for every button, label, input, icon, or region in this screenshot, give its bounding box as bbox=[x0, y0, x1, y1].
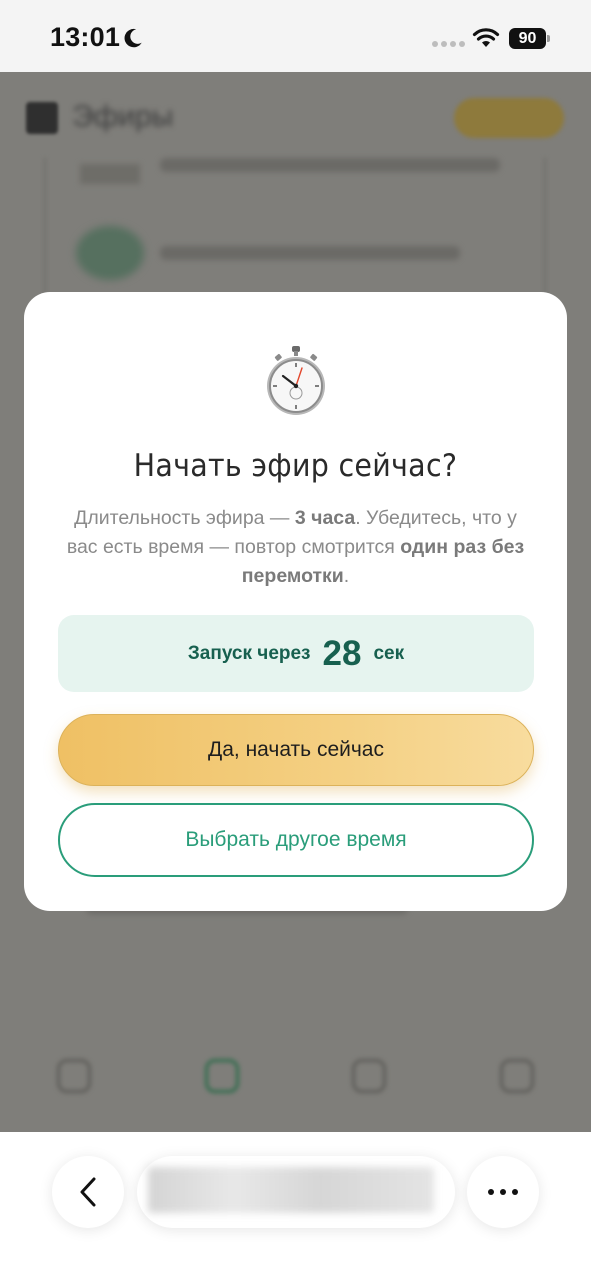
wifi-icon bbox=[472, 28, 500, 47]
coin-badge bbox=[454, 98, 564, 138]
countdown-prefix: Запуск через bbox=[187, 642, 311, 664]
background-tab bbox=[309, 1059, 429, 1105]
background-tab bbox=[162, 1059, 282, 1105]
description-text: . bbox=[343, 565, 350, 587]
tv-icon bbox=[204, 1059, 239, 1093]
modal-title: Начать эфир сейчас? bbox=[133, 448, 458, 484]
background-text-line bbox=[160, 158, 500, 172]
url-obscured-text bbox=[148, 1167, 434, 1213]
countdown-seconds: 28 bbox=[322, 633, 362, 673]
status-bar: 13:01 90 bbox=[0, 0, 591, 72]
moon-icon bbox=[124, 28, 142, 48]
battery-tip bbox=[547, 35, 550, 42]
document-icon bbox=[352, 1059, 387, 1093]
description-text: Длительность эфира — bbox=[74, 507, 295, 529]
background-tabbar bbox=[0, 1032, 591, 1132]
choose-other-time-button[interactable]: Выбрать другое время bbox=[58, 803, 534, 877]
battery-icon: 90 bbox=[509, 28, 546, 49]
more-dot bbox=[512, 1189, 518, 1195]
start-now-button[interactable]: Да, начать сейчас bbox=[58, 714, 534, 786]
home-icon bbox=[56, 1059, 91, 1093]
more-dots-icon bbox=[488, 1189, 494, 1195]
countdown-suffix: сек bbox=[373, 642, 405, 664]
profile-icon bbox=[500, 1059, 535, 1093]
url-field[interactable] bbox=[137, 1156, 455, 1228]
more-button[interactable] bbox=[467, 1156, 539, 1228]
stopwatch-icon bbox=[267, 346, 325, 415]
start-stream-modal: Начать эфир сейчас? Длительность эфира —… bbox=[24, 292, 567, 911]
background-tab bbox=[457, 1059, 577, 1105]
description-duration: 3 часа bbox=[294, 507, 356, 529]
modal-description: Длительность эфира — 3 часа. Убедитесь, … bbox=[58, 504, 533, 591]
tv-icon bbox=[26, 102, 58, 134]
browser-bar bbox=[0, 1132, 591, 1280]
background-header-title: Эфиры bbox=[72, 100, 174, 133]
status-time: 13:01 bbox=[50, 22, 121, 52]
chevron-left-icon bbox=[80, 1177, 96, 1207]
background-thumbnail bbox=[80, 164, 140, 184]
background-text-line bbox=[160, 246, 460, 260]
background-tab bbox=[14, 1059, 134, 1105]
more-dot bbox=[500, 1189, 506, 1195]
countdown-panel: Запуск через 28 сек bbox=[58, 615, 534, 692]
back-button[interactable] bbox=[52, 1156, 124, 1228]
signal-dots-icon bbox=[432, 41, 465, 47]
background-thumbnail bbox=[76, 226, 144, 280]
